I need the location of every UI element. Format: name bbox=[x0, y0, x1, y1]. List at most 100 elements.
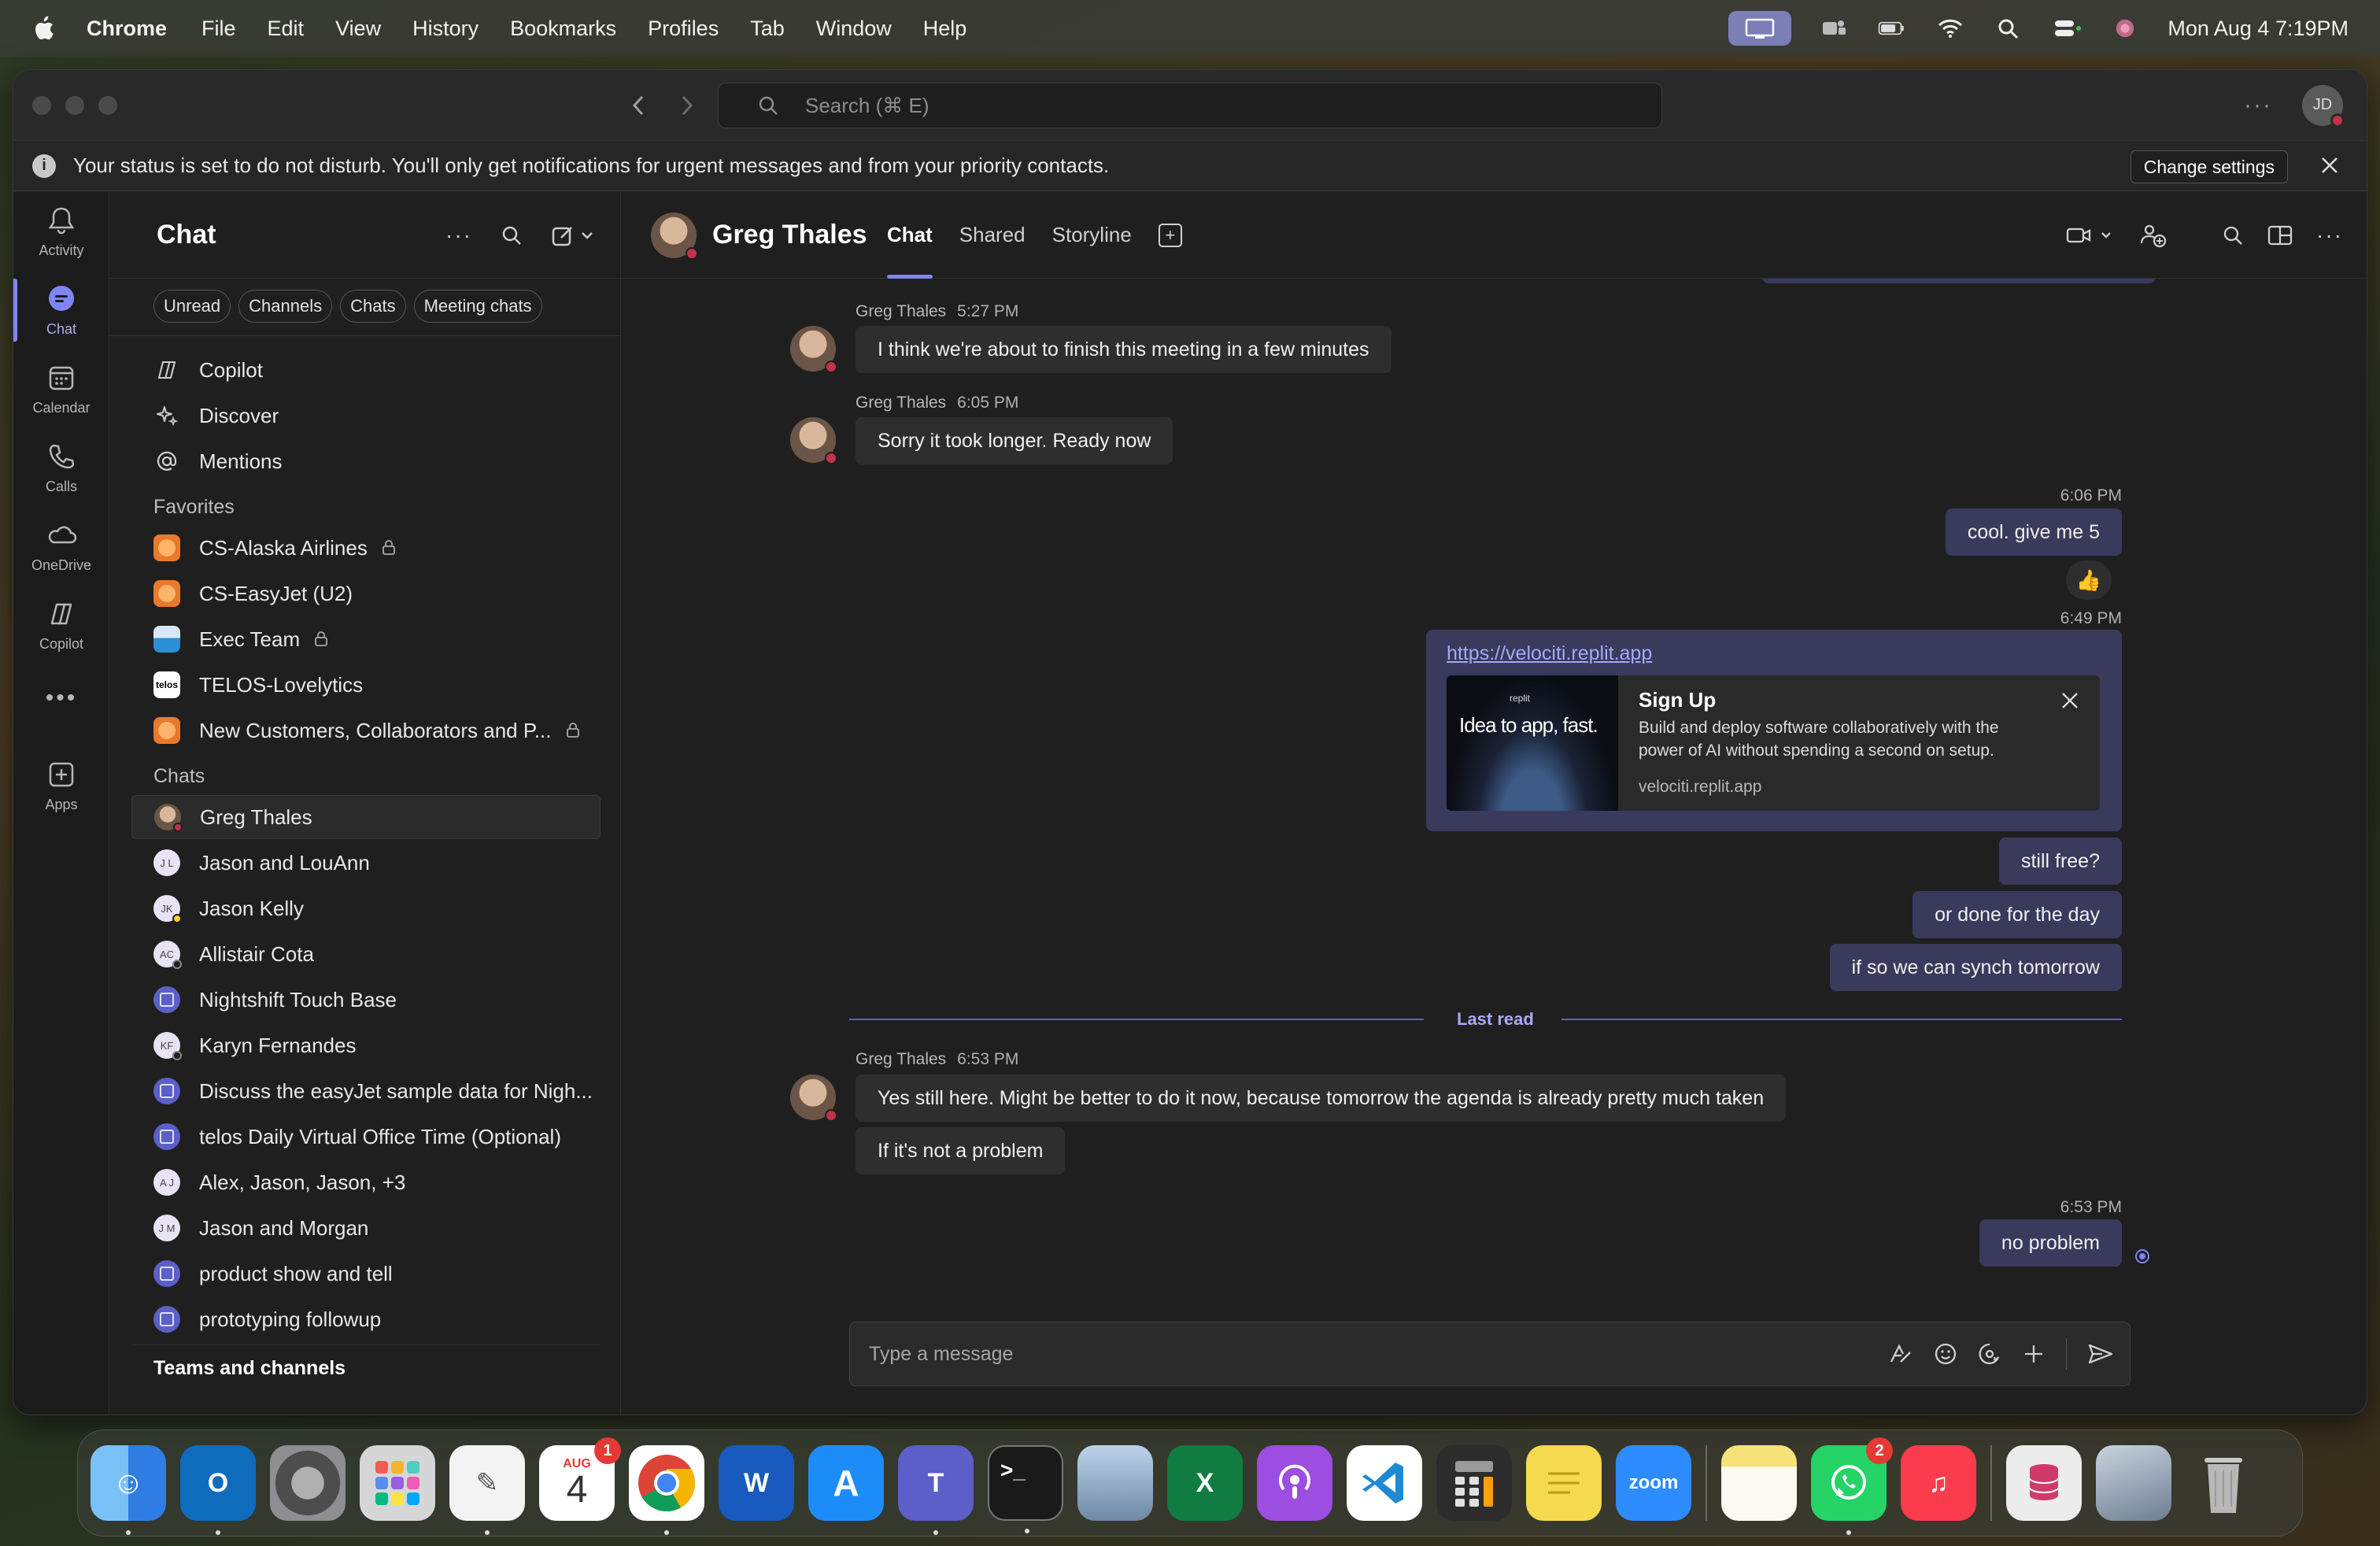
rail-onedrive[interactable]: OneDrive bbox=[13, 518, 109, 574]
avatar[interactable] bbox=[790, 1074, 837, 1122]
menu-edit[interactable]: Edit bbox=[268, 17, 305, 41]
dock-textedit-icon[interactable]: ✎ bbox=[449, 1445, 525, 1535]
apple-menu-icon[interactable] bbox=[31, 15, 55, 42]
spotlight-search-icon[interactable] bbox=[1993, 17, 2024, 40]
dock-finder-icon[interactable]: ☺ bbox=[91, 1445, 166, 1535]
send-icon[interactable] bbox=[2087, 1342, 2114, 1366]
sidebar-item-prototyping[interactable]: prototyping followup bbox=[131, 1297, 601, 1341]
message-bubble[interactable]: If it's not a problem bbox=[856, 1127, 1066, 1174]
format-icon[interactable] bbox=[1888, 1341, 1913, 1367]
sidebar-item-cs-easyjet[interactable]: CS-EasyJet (U2) bbox=[131, 571, 601, 616]
tab-chat[interactable]: Chat bbox=[887, 192, 933, 279]
rail-activity[interactable]: Activity bbox=[13, 203, 109, 259]
chats-heading[interactable]: Chats bbox=[153, 765, 205, 788]
message-bubble[interactable]: no problem bbox=[1979, 1219, 2122, 1267]
sidebar-item-copilot[interactable]: Copilot bbox=[131, 348, 601, 392]
dock-launchpad-icon[interactable] bbox=[360, 1445, 435, 1521]
menu-history[interactable]: History bbox=[412, 17, 479, 41]
sidebar-item-telos-lovelytics[interactable]: telos TELOS-Lovelytics bbox=[131, 663, 601, 707]
forward-arrow-icon[interactable] bbox=[674, 90, 698, 121]
sidebar-item-allistair-cota[interactable]: AC Allistair Cota bbox=[131, 932, 601, 976]
sidebar-item-greg-thales[interactable]: Greg Thales bbox=[131, 795, 601, 839]
dock-notes-icon[interactable] bbox=[1721, 1445, 1797, 1521]
dock-outlook-icon[interactable]: O bbox=[180, 1445, 256, 1535]
video-call-icon[interactable] bbox=[2066, 224, 2116, 247]
link-url[interactable]: https://velociti.replit.app bbox=[1447, 642, 1652, 665]
menu-app-name[interactable]: Chrome bbox=[87, 17, 167, 41]
back-arrow-icon[interactable] bbox=[627, 90, 651, 121]
dock-preview-icon[interactable] bbox=[1077, 1445, 1153, 1521]
sidebar-item-exec-team[interactable]: Exec Team bbox=[131, 617, 601, 661]
sidebar-item-new-customers[interactable]: New Customers, Collaborators and P... bbox=[131, 708, 601, 753]
attach-plus-icon[interactable] bbox=[2022, 1342, 2046, 1366]
sidebar-item-product-show[interactable]: product show and tell bbox=[131, 1252, 601, 1296]
sidebar-item-nightshift[interactable]: Nightshift Touch Base bbox=[131, 978, 601, 1022]
dock-chrome-icon[interactable] bbox=[629, 1445, 704, 1535]
control-center-icon[interactable] bbox=[2051, 17, 2082, 40]
link-preview-card[interactable]: replit Idea to app, fast. Sign Up Build … bbox=[1447, 675, 2100, 811]
dock-calculator-icon[interactable] bbox=[1436, 1445, 1512, 1521]
dock-podcasts-icon[interactable] bbox=[1257, 1445, 1332, 1521]
filter-unread[interactable]: Unread bbox=[153, 290, 231, 323]
zoom-window-button[interactable] bbox=[98, 95, 117, 115]
message-bubble[interactable]: Sorry it took longer. Ready now bbox=[856, 417, 1173, 464]
dock-photo-thumbnail-icon[interactable] bbox=[2096, 1445, 2171, 1521]
add-tab-icon[interactable]: + bbox=[1158, 223, 1182, 247]
loop-compose-icon[interactable] bbox=[1978, 1342, 2001, 1366]
dock-vscode-icon[interactable] bbox=[1347, 1445, 1422, 1521]
sidebar-item-mentions[interactable]: Mentions bbox=[131, 439, 601, 483]
minimize-window-button[interactable] bbox=[65, 95, 84, 115]
message-bubble[interactable]: or done for the day bbox=[1913, 891, 2122, 938]
tab-storyline[interactable]: Storyline bbox=[1052, 192, 1132, 279]
menu-profiles[interactable]: Profiles bbox=[648, 17, 719, 41]
open-side-panel-icon[interactable] bbox=[2267, 224, 2293, 247]
close-preview-icon[interactable] bbox=[2059, 690, 2081, 712]
message-bubble[interactable]: I think we're about to finish this meeti… bbox=[856, 326, 1391, 373]
message-input[interactable] bbox=[869, 1342, 1813, 1366]
dock-calendar-icon[interactable]: AUG 4 1 bbox=[539, 1437, 621, 1521]
clock-datetime[interactable]: Mon Aug 4 7:19PM bbox=[2168, 17, 2349, 41]
teams-status-icon[interactable] bbox=[1818, 17, 1850, 40]
dock-trash-icon[interactable] bbox=[2186, 1445, 2261, 1521]
dock-whatsapp-icon[interactable]: 2 bbox=[1811, 1437, 1893, 1535]
menu-file[interactable]: File bbox=[201, 17, 236, 41]
dock-terminal-icon[interactable]: >_ bbox=[988, 1445, 1063, 1533]
filter-channels[interactable]: Channels bbox=[238, 290, 333, 323]
menu-view[interactable]: View bbox=[335, 17, 381, 41]
new-chat-icon[interactable] bbox=[551, 224, 597, 247]
rail-apps[interactable]: Apps bbox=[13, 757, 109, 813]
rail-calls[interactable]: Calls bbox=[13, 439, 109, 495]
more-options-icon[interactable]: ··· bbox=[2244, 92, 2272, 119]
menu-tab[interactable]: Tab bbox=[750, 17, 785, 41]
more-options-icon[interactable]: ··· bbox=[445, 223, 472, 248]
close-banner-icon[interactable] bbox=[2316, 152, 2343, 179]
rail-calendar[interactable]: Calendar bbox=[13, 361, 109, 416]
more-options-icon[interactable]: ··· bbox=[2316, 223, 2343, 248]
dock-zoom-icon[interactable]: zoom bbox=[1616, 1445, 1691, 1521]
message-bubble[interactable]: if so we can synch tomorrow bbox=[1829, 944, 2122, 991]
rail-copilot[interactable]: Copilot bbox=[13, 597, 109, 653]
dock-excel-icon[interactable]: X bbox=[1167, 1445, 1243, 1521]
dock-settings-icon[interactable] bbox=[270, 1445, 346, 1521]
sidebar-item-discover[interactable]: Discover bbox=[131, 394, 601, 438]
sidebar-item-karyn[interactable]: KF Karyn Fernandes bbox=[131, 1023, 601, 1067]
message-bubble[interactable]: cool. give me 5 bbox=[1945, 509, 2122, 556]
teams-channels-heading[interactable]: Teams and channels bbox=[153, 1357, 346, 1380]
wifi-icon[interactable] bbox=[1935, 17, 1966, 40]
message-bubble[interactable]: still free? bbox=[1998, 838, 2122, 885]
rail-more-icon[interactable]: ••• bbox=[13, 685, 109, 712]
dock-music-icon[interactable]: ♫ bbox=[1901, 1445, 1976, 1521]
dock-appstore-icon[interactable]: A bbox=[808, 1445, 884, 1521]
sidebar-item-cs-alaska[interactable]: CS-Alaska Airlines bbox=[131, 526, 601, 570]
dock-word-icon[interactable]: W bbox=[719, 1445, 794, 1521]
sidebar-item-telos-daily[interactable]: telos Daily Virtual Office Time (Optiona… bbox=[131, 1115, 601, 1159]
favorites-heading[interactable]: Favorites bbox=[153, 496, 235, 519]
sidebar-item-jason-morgan[interactable]: J M Jason and Morgan bbox=[131, 1206, 601, 1250]
screen-share-icon[interactable] bbox=[1728, 11, 1792, 46]
avatar[interactable] bbox=[790, 417, 837, 464]
battery-icon[interactable] bbox=[1876, 17, 1908, 40]
filter-chats[interactable]: Chats bbox=[340, 290, 406, 323]
filter-meeting-chats[interactable]: Meeting chats bbox=[413, 290, 542, 323]
sidebar-item-easyjet-sample[interactable]: Discuss the easyJet sample data for Nigh… bbox=[131, 1069, 601, 1113]
message-bubble[interactable]: Yes still here. Might be better to do it… bbox=[856, 1074, 1787, 1122]
